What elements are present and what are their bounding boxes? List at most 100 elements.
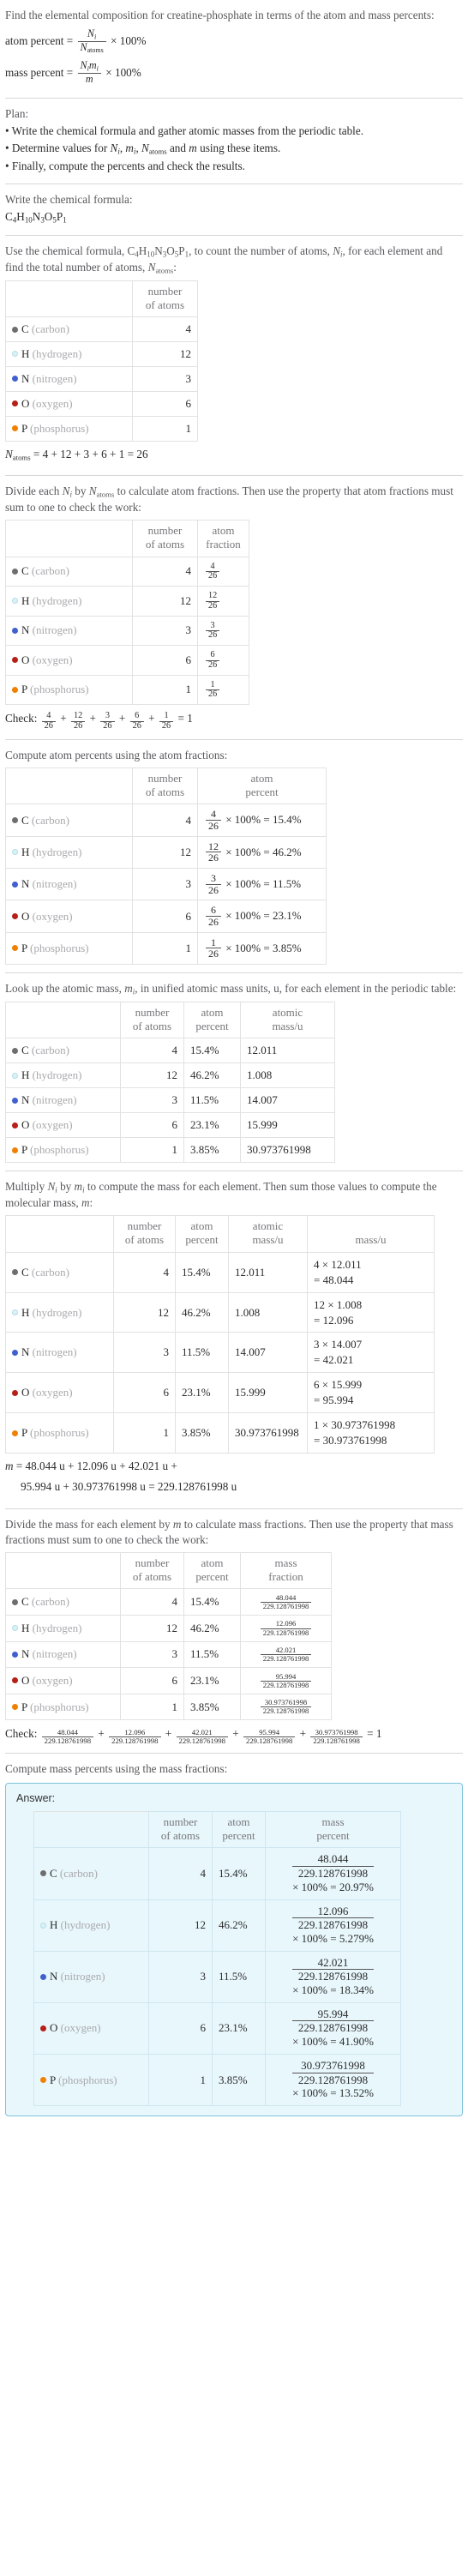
- element-symbol: P: [21, 941, 27, 954]
- element-symbol: H: [21, 1305, 30, 1319]
- col-number-of-atoms: number of atoms: [113, 1215, 176, 1253]
- atom-percent-value: 3.85%: [212, 2053, 266, 2107]
- numerator: 48.044: [57, 1727, 78, 1736]
- col-atomic-mass: atomic mass/u: [228, 1215, 308, 1253]
- element-cell: N (nitrogen): [5, 1640, 121, 1669]
- col-atom-percent: atom percent: [183, 1551, 241, 1590]
- molecular-mass-line-1: m = 48.044 u + 12.096 u + 42.021 u +: [5, 1460, 177, 1473]
- numerator: 30.973761998: [264, 1698, 308, 1707]
- table-row: N (nitrogen) 3 11.5% 14.007: [5, 1087, 335, 1114]
- atom-count-value: 6: [132, 900, 198, 933]
- atom-percent-value: 3.85%: [183, 1137, 241, 1164]
- atom-fraction-section: Divide each Ni by Natoms to calculate at…: [5, 476, 463, 739]
- element-symbol: C: [50, 1867, 57, 1880]
- atomic-mass-value: 15.999: [228, 1372, 308, 1414]
- element-name: (hydrogen): [32, 845, 82, 858]
- numerator: 12.096: [275, 1619, 297, 1628]
- denominator: 26: [206, 571, 220, 581]
- numerator: 3: [210, 620, 215, 630]
- table-row: O (oxygen) 6 23.1% 95.994 229.128761998 × 100…: [33, 2001, 401, 2055]
- element-name: (carbon): [31, 322, 69, 336]
- atom-count-value: 12: [132, 835, 198, 870]
- col-number-of-atoms: number of atoms: [148, 1810, 213, 1849]
- hydrogen-dot: [12, 598, 18, 605]
- atomic-mass-value: 12.011: [228, 1251, 308, 1293]
- phosphorus-dot: [12, 1704, 18, 1711]
- element-symbol: P: [21, 1143, 27, 1157]
- denominator: 26: [206, 852, 221, 864]
- element-name: (phosphorus): [58, 2073, 117, 2086]
- mass-fraction-table: number of atoms atom percent mass fracti…: [5, 1551, 332, 1721]
- atom-percent-value: 46.2%: [175, 1291, 229, 1333]
- element-name: (carbon): [59, 1867, 98, 1880]
- numerator: 6: [135, 710, 140, 720]
- numerator: 42.021: [191, 1727, 213, 1736]
- atom-percent-value: 11.5%: [183, 1640, 241, 1669]
- numerator: 42.021: [275, 1646, 297, 1655]
- mass-percent-numerator: 48.044: [317, 1852, 349, 1866]
- mass-percent-denominator: 229.128761998: [297, 1867, 369, 1880]
- chemical-formula: C4H10N3O5P1: [5, 210, 67, 225]
- mass-percent-table: number of atoms atom percent mass percen…: [33, 1810, 401, 2107]
- element-name: (nitrogen): [32, 623, 77, 637]
- atom-count-value: 4: [120, 1588, 184, 1616]
- plan-section: Plan: • Write the chemical formula and g…: [5, 99, 463, 184]
- answer-label: Answer:: [16, 1791, 56, 1804]
- atom-percent-value: 11.5%: [175, 1332, 229, 1374]
- col-element: [33, 1810, 149, 1849]
- fraction: 30.973761998 229.128761998: [310, 1728, 363, 1745]
- answer-box: Answer: number of atoms atom percent mas…: [5, 1782, 463, 2117]
- denominator: 26: [206, 689, 220, 700]
- col-number-of-atoms: number of atoms: [132, 280, 198, 318]
- element-mass-table: number of atoms atom percent atomic mass…: [5, 1215, 435, 1454]
- table-row: O (oxygen) 6 23.1% 15.999: [5, 1112, 335, 1139]
- element-name: (nitrogen): [32, 371, 77, 385]
- element-symbol: N: [21, 1093, 30, 1107]
- fraction: 95.994 229.128761998: [243, 1728, 296, 1745]
- denominator: 229.128761998: [260, 1680, 312, 1689]
- element-symbol: O: [21, 1674, 30, 1687]
- denominator: 26: [206, 630, 220, 641]
- atom-count-value: 3: [132, 868, 198, 901]
- check-mass-fraction-expression: 48.044 229.128761998 + 12.096 229.12876199…: [40, 1727, 381, 1745]
- table-row: P (phosphorus) 1 1 26 × 100% = 3.85%: [5, 931, 327, 966]
- element-cell: H (hydrogen): [5, 835, 133, 870]
- element-cell: C (carbon): [5, 556, 133, 587]
- element-cell: O (oxygen): [5, 1667, 121, 1694]
- mass-percent-numerator: 30.973761998: [301, 2058, 365, 2072]
- table-row: P (phosphorus) 1: [5, 415, 198, 442]
- oxygen-dot: [12, 913, 18, 920]
- element-symbol: H: [21, 1068, 30, 1082]
- denominator: 26: [206, 820, 221, 832]
- element-cell: C (carbon): [5, 1588, 121, 1616]
- atom-percent-value: 15.4%: [175, 1251, 229, 1293]
- col-element: [5, 520, 133, 557]
- table-row: N (nitrogen) 3 11.5% 42.021 229.128761998: [5, 1640, 332, 1669]
- atom-count-value: 4: [120, 1038, 184, 1064]
- atom-percent-value: 23.1%: [212, 2001, 266, 2055]
- mass-percent-denominator: 229.128761998: [297, 1970, 369, 1983]
- atom-fraction-value: 6 26: [197, 645, 249, 676]
- nitrogen-dot: [12, 627, 18, 634]
- nitrogen-dot: [12, 1651, 18, 1658]
- denominator: 229.128761998: [260, 1601, 312, 1610]
- element-cell: N (nitrogen): [33, 1950, 149, 2003]
- numerator: 48.044: [275, 1592, 297, 1602]
- phosphorus-dot: [12, 1147, 18, 1153]
- element-symbol: N: [21, 1647, 30, 1661]
- numerator: 12: [208, 840, 219, 852]
- mass-expression: 12 × 1.008 = 12.096: [307, 1291, 435, 1333]
- col-element: [5, 1215, 114, 1253]
- atom-count-value: 1: [120, 1693, 184, 1721]
- mass-fraction-value: 42.021 229.128761998: [240, 1640, 332, 1669]
- numerator: 4: [210, 808, 216, 821]
- fraction: 6 26: [129, 710, 144, 731]
- table-row: O (oxygen) 6 23.1% 95.994 229.128761998: [5, 1667, 332, 1694]
- mass-expression: 4 × 12.011 = 48.044: [307, 1251, 435, 1293]
- atomic-mass-section: Look up the atomic mass, mi, in unified …: [5, 973, 463, 1171]
- intro-section: Find the elemental composition for creat…: [5, 0, 463, 98]
- phosphorus-dot: [12, 1429, 18, 1436]
- table-row: N (nitrogen) 3 11.5% 42.021 229.128761998 × 1…: [33, 1950, 401, 2003]
- element-name: (carbon): [31, 1595, 69, 1609]
- atom-count-value: 1: [113, 1412, 176, 1454]
